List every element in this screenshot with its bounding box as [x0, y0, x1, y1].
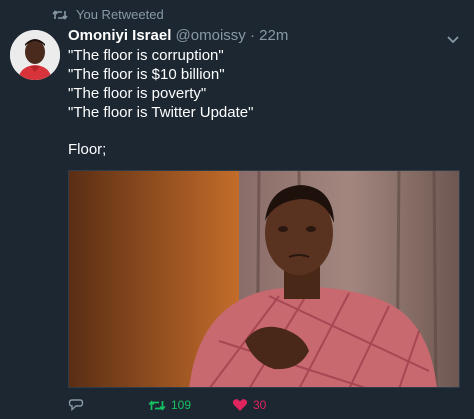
tweet-media-image[interactable] [68, 170, 460, 388]
reply-button[interactable] [68, 398, 84, 412]
retweet-banner: You Retweeted [52, 7, 164, 22]
author-handle[interactable]: @omoissy [176, 27, 246, 44]
avatar[interactable] [10, 30, 60, 80]
tweet-line: "The floor is $10 billion" [68, 66, 225, 83]
tweet-text: "The floor is corruption" "The floor is … [68, 46, 253, 159]
tweet-header: Omoniyi Israel @omoissy · 22m [68, 27, 288, 44]
chevron-down-icon[interactable] [446, 32, 460, 50]
reply-icon [68, 398, 84, 412]
heart-icon [232, 398, 248, 412]
tweet-line: "The floor is Twitter Update" [68, 104, 254, 121]
retweet-count: 109 [171, 398, 192, 412]
author-name[interactable]: Omoniyi Israel [68, 27, 171, 44]
tweet-actions: 109 30 [68, 398, 460, 416]
like-button[interactable]: 30 [232, 398, 266, 412]
tweet-line: Floor; [68, 141, 107, 158]
tweet-line: "The floor is corruption" [68, 47, 224, 64]
separator-dot: · [249, 27, 255, 44]
retweet-button[interactable]: 109 [148, 398, 191, 412]
like-count: 30 [253, 398, 267, 412]
tweet-timestamp[interactable]: 22m [259, 27, 288, 44]
retweet-icon [148, 399, 166, 412]
retweet-banner-label: You Retweeted [76, 7, 164, 22]
retweet-icon [52, 9, 68, 21]
tweet-line: "The floor is poverty" [68, 85, 207, 102]
